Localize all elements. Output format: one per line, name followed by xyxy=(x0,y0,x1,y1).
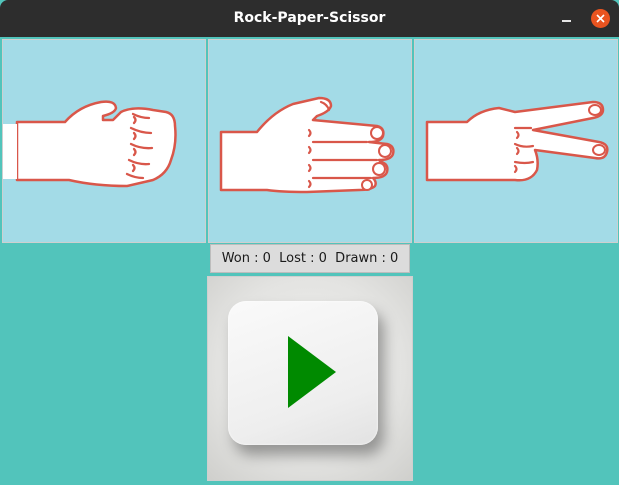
title-bar: Rock-Paper-Scissor xyxy=(0,0,619,37)
minimize-icon xyxy=(562,20,571,22)
rock-hand-icon xyxy=(3,100,177,188)
minimize-button[interactable] xyxy=(557,8,577,28)
score-label: Won : 0 Lost : 0 Drawn : 0 xyxy=(210,244,410,273)
scissor-button[interactable] xyxy=(414,39,618,243)
close-icon xyxy=(596,14,605,23)
window-title: Rock-Paper-Scissor xyxy=(233,10,386,26)
play-button[interactable] xyxy=(207,276,413,481)
scissor-hand-icon xyxy=(425,100,609,182)
close-button[interactable] xyxy=(591,9,610,28)
paper-hand-icon xyxy=(219,96,395,194)
rock-button[interactable] xyxy=(2,39,206,243)
play-icon xyxy=(288,336,336,408)
paper-button[interactable] xyxy=(208,39,412,243)
